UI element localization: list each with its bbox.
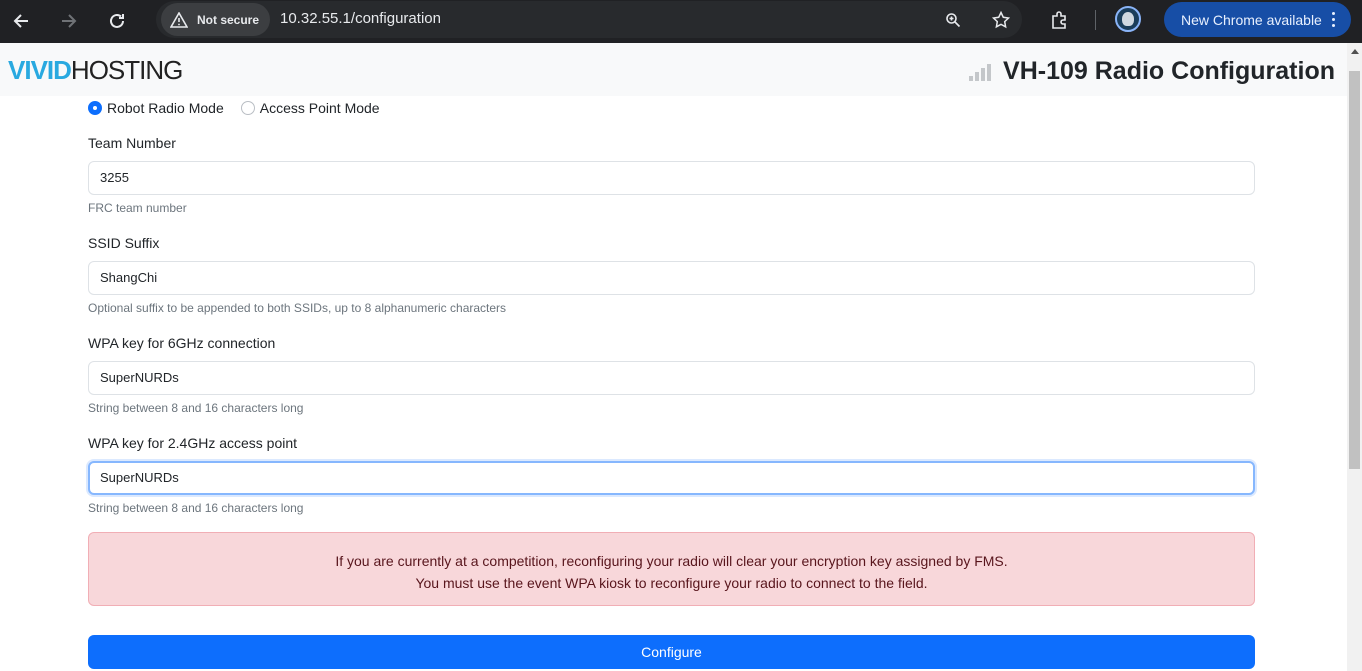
- more-vertical-icon[interactable]: [1332, 12, 1335, 27]
- back-button[interactable]: [6, 6, 36, 36]
- security-indicator[interactable]: Not secure: [161, 3, 270, 36]
- page-title: VH-109 Radio Configuration: [1003, 57, 1335, 85]
- configure-button[interactable]: Configure: [88, 635, 1255, 669]
- forward-button[interactable]: [54, 6, 84, 36]
- profile-avatar[interactable]: [1115, 6, 1141, 32]
- ssid-suffix-input[interactable]: ShangChi: [88, 261, 1255, 295]
- scroll-thumb[interactable]: [1349, 71, 1360, 469]
- signal-bars-icon: [969, 63, 991, 81]
- team-number-label: Team Number: [88, 135, 176, 151]
- robot-radio-mode-label[interactable]: Robot Radio Mode: [107, 100, 224, 116]
- logo-part-vivid: VIVID: [8, 55, 72, 85]
- arrow-right-icon: [62, 14, 77, 28]
- reload-button[interactable]: [102, 6, 132, 36]
- wpa-24ghz-input[interactable]: SuperNURDs: [88, 461, 1255, 495]
- mode-selector: Robot Radio Mode Access Point Mode: [88, 99, 397, 117]
- ssid-suffix-label: SSID Suffix: [88, 235, 160, 251]
- arrow-left-icon: [13, 14, 28, 28]
- wpa-24ghz-help: String between 8 and 16 characters long: [88, 501, 304, 515]
- team-number-help: FRC team number: [88, 201, 187, 215]
- warning-line-1: If you are currently at a competition, r…: [335, 553, 1008, 569]
- url-text[interactable]: 10.32.55.1/configuration: [280, 10, 441, 27]
- wpa-6ghz-input[interactable]: SuperNURDs: [88, 361, 1255, 395]
- reload-icon: [110, 13, 124, 28]
- logo-part-hosting: HOSTING: [70, 55, 183, 85]
- extensions-puzzle-icon[interactable]: [1049, 9, 1071, 31]
- competition-warning-alert: If you are currently at a competition, r…: [88, 532, 1255, 606]
- team-number-input[interactable]: 3255: [88, 161, 1255, 195]
- update-label: New Chrome available: [1181, 11, 1322, 28]
- robot-radio-mode-radio[interactable]: [88, 101, 102, 115]
- wpa-24ghz-label: WPA key for 2.4GHz access point: [88, 435, 298, 451]
- zoom-icon[interactable]: [942, 9, 964, 31]
- wpa-6ghz-help: String between 8 and 16 characters long: [88, 401, 304, 415]
- wpa-6ghz-label: WPA key for 6GHz connection: [88, 335, 276, 351]
- scroll-up-arrow-icon[interactable]: [1351, 49, 1359, 54]
- browser-toolbar: Not secure 10.32.55.1/configuration New …: [0, 0, 1362, 43]
- vividhosting-logo: VIVIDHOSTING: [8, 55, 183, 85]
- bookmark-star-icon[interactable]: [990, 9, 1012, 31]
- toolbar-divider: [1095, 10, 1096, 30]
- page-scrollbar[interactable]: [1347, 43, 1362, 671]
- access-point-mode-label[interactable]: Access Point Mode: [260, 100, 380, 116]
- chrome-update-button[interactable]: New Chrome available: [1164, 2, 1351, 37]
- warning-line-2: You must use the event WPA kiosk to reco…: [415, 575, 928, 591]
- page-header: VIVIDHOSTING VH-109 Radio Configuration: [0, 43, 1347, 96]
- security-label: Not secure: [197, 12, 260, 27]
- ssid-suffix-help: Optional suffix to be appended to both S…: [88, 301, 507, 315]
- access-point-mode-radio[interactable]: [240, 101, 255, 115]
- warning-triangle-icon: [170, 11, 188, 28]
